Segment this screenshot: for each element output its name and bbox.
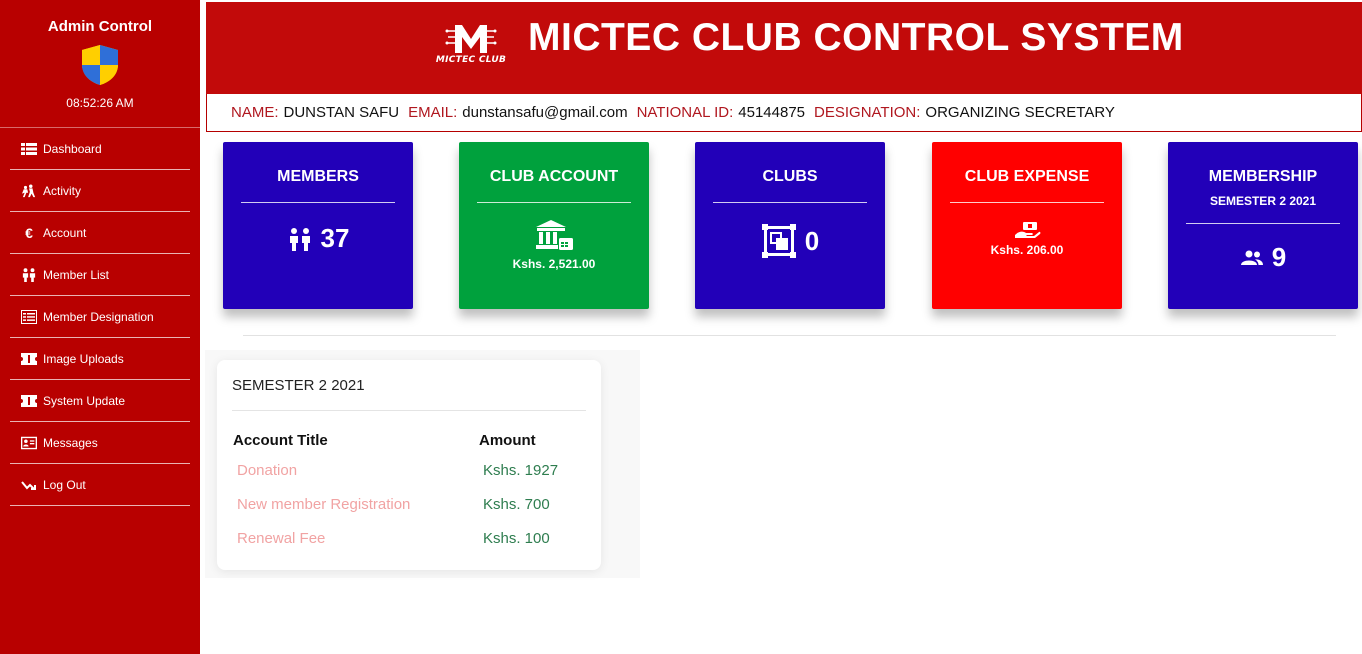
logout-icon — [20, 478, 38, 492]
hand-money-icon — [1015, 222, 1041, 238]
card-divider — [713, 202, 867, 203]
sidebar-title: Admin Control — [47, 18, 153, 35]
account-row-amount: Kshs. 100 — [483, 530, 550, 547]
panel-title: SEMESTER 2 2021 — [232, 377, 365, 394]
id-card-icon — [20, 436, 38, 450]
account-row-amount: Kshs. 700 — [483, 496, 550, 513]
members-icon — [289, 227, 310, 251]
shield-icon — [82, 45, 118, 85]
card-subtitle: SEMESTER 2 2021 — [1209, 194, 1317, 208]
activity-icon — [20, 183, 38, 198]
clock-time: 08:52:26 AM — [66, 96, 134, 110]
sidebar-item-image-uploads[interactable]: Image Uploads — [10, 338, 190, 380]
members-count: 37 — [320, 223, 350, 253]
sidebar-item-label: Account — [43, 225, 87, 240]
designation-value: ORGANIZING SECRETARY — [925, 104, 1115, 121]
card-title: CLUB ACCOUNT — [489, 168, 619, 185]
sidebar-item-account[interactable]: € Account — [10, 212, 190, 254]
sidebar-item-label: Member List — [43, 267, 110, 282]
members-icon — [20, 267, 38, 282]
sidebar: Admin Control 08:52:26 AM Dashboard Acti… — [0, 0, 200, 654]
card-value-row: 0 — [695, 223, 885, 259]
column-header-account-title: Account Title — [233, 432, 328, 449]
account-row-title: New member Registration — [237, 496, 411, 513]
account-row-amount: Kshs. 1927 — [483, 462, 559, 479]
sidebar-item-label: Activity — [43, 183, 82, 198]
section-divider — [243, 335, 1336, 336]
bank-icon — [536, 220, 573, 250]
email-value: dunstansafu@gmail.com — [462, 104, 628, 121]
membership-card[interactable]: MEMBERSHIP SEMESTER 2 2021 9 — [1168, 142, 1358, 309]
sidebar-item-activity[interactable]: Activity — [10, 170, 190, 212]
logo-text: MICTEC CLUB — [435, 55, 507, 65]
sidebar-item-label: Log Out — [43, 477, 86, 492]
app-title: MICTEC CLUB CONTROL SYSTEM — [528, 16, 1184, 59]
card-value-row: 9 — [1168, 242, 1358, 273]
sidebar-item-system-update[interactable]: System Update — [10, 380, 190, 422]
clubs-icon — [761, 224, 796, 258]
club-account-amount: Kshs. 2,521.00 — [512, 257, 596, 271]
sidebar-item-label: Messages — [43, 435, 98, 450]
panel-divider — [232, 410, 586, 411]
card-title: MEMBERSHIP — [1208, 168, 1318, 185]
sidebar-item-member-list[interactable]: Member List — [10, 254, 190, 296]
club-expense-card[interactable]: CLUB EXPENSE Kshs. 206.00 — [932, 142, 1122, 309]
sidebar-item-dashboard[interactable]: Dashboard — [10, 128, 190, 170]
national-id-label: NATIONAL ID: — [636, 104, 734, 121]
sidebar-item-label: Image Uploads — [43, 351, 124, 366]
sidebar-header: Admin Control 08:52:26 AM — [0, 0, 200, 128]
membership-count: 9 — [1271, 242, 1287, 272]
sidebar-item-label: Dashboard — [43, 141, 102, 156]
designation-label: DESIGNATION: — [814, 104, 921, 121]
members-card[interactable]: MEMBERS 37 — [223, 142, 413, 309]
sidebar-item-messages[interactable]: Messages — [10, 422, 190, 464]
account-row-title: Donation — [237, 462, 298, 479]
national-id-value: 45144875 — [738, 104, 806, 121]
semester-accounts-panel: SEMESTER 2 2021 Account Title Amount Don… — [217, 360, 601, 570]
card-icon-row — [932, 221, 1122, 239]
table-icon — [20, 142, 38, 156]
sidebar-item-label: Member Designation — [43, 309, 154, 324]
sidebar-item-label: System Update — [43, 393, 126, 408]
club-account-card[interactable]: CLUB ACCOUNT Kshs. 2,521.00 — [459, 142, 649, 309]
euro-icon: € — [25, 224, 33, 241]
name-label: NAME: — [231, 104, 279, 121]
account-row-title: Renewal Fee — [237, 530, 326, 547]
group-icon — [1240, 250, 1263, 265]
ticket-icon — [20, 394, 38, 408]
sidebar-item-log-out[interactable]: Log Out — [10, 464, 190, 506]
card-title: CLUBS — [762, 168, 818, 185]
sidebar-nav: Dashboard Activity € Account Member List… — [0, 128, 200, 506]
clubs-count: 0 — [804, 225, 820, 256]
card-divider — [1186, 223, 1340, 224]
club-expense-amount: Kshs. 206.00 — [990, 243, 1064, 257]
email-label: EMAIL: — [408, 104, 458, 121]
name-value: DUNSTAN SAFU — [283, 104, 400, 121]
profile-bar: NAME: DUNSTAN SAFU EMAIL: dunstansafu@gm… — [206, 94, 1362, 132]
card-title: MEMBERS — [277, 168, 359, 185]
header-banner: MICTEC CLUB MICTEC CLUB CONTROL SYSTEM — [206, 2, 1362, 94]
clubs-card[interactable]: CLUBS 0 — [695, 142, 885, 309]
grid-icon — [20, 309, 38, 324]
card-value-row: 37 — [223, 223, 413, 254]
ticket-icon — [20, 352, 38, 366]
card-divider — [241, 202, 395, 203]
card-divider — [477, 202, 631, 203]
card-icon-row — [459, 219, 649, 253]
card-divider — [950, 202, 1104, 203]
sidebar-item-member-designation[interactable]: Member Designation — [10, 296, 190, 338]
card-title: CLUB EXPENSE — [964, 168, 1090, 185]
column-header-amount: Amount — [479, 432, 536, 449]
